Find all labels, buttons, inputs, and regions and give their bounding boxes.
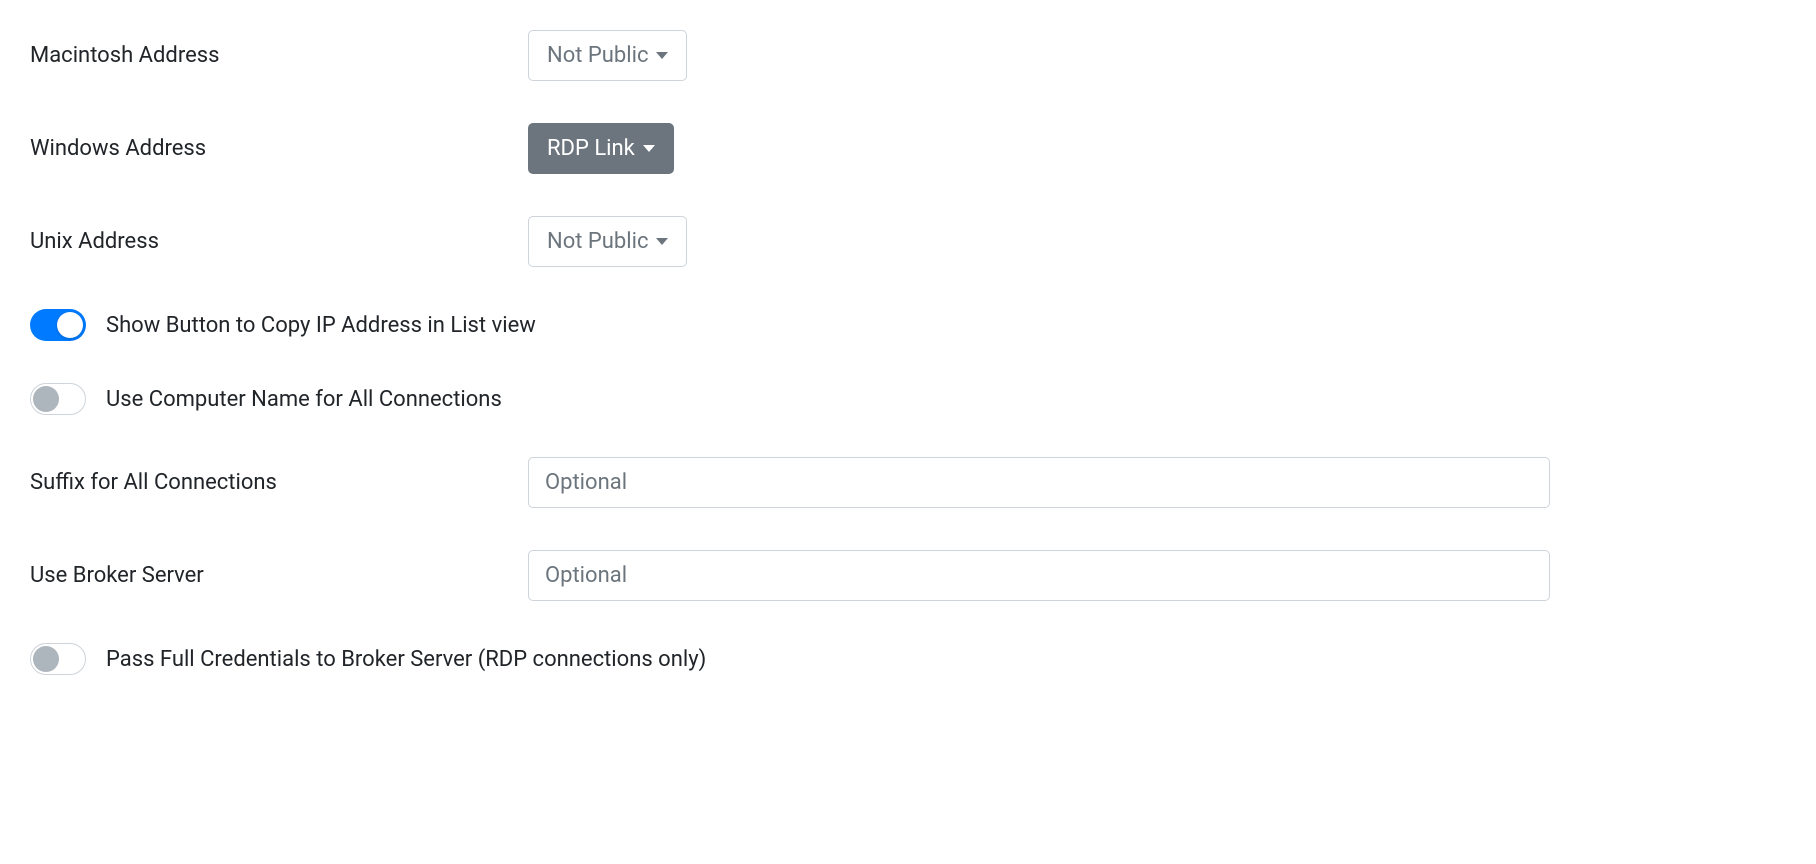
use-computer-name-label: Use Computer Name for All Connections — [106, 387, 502, 412]
show-copy-ip-label: Show Button to Copy IP Address in List v… — [106, 313, 536, 338]
caret-down-icon — [656, 238, 668, 245]
use-computer-name-toggle[interactable] — [30, 383, 86, 415]
pass-full-credentials-toggle[interactable] — [30, 643, 86, 675]
broker-label: Use Broker Server — [30, 563, 528, 588]
unix-address-label: Unix Address — [30, 229, 528, 254]
suffix-row: Suffix for All Connections — [30, 457, 1550, 508]
macintosh-address-dropdown[interactable]: Not Public — [528, 30, 687, 81]
toggle-knob — [33, 386, 59, 412]
settings-form: Macintosh Address Not Public Windows Add… — [30, 30, 1550, 675]
caret-down-icon — [643, 145, 655, 152]
unix-address-dropdown[interactable]: Not Public — [528, 216, 687, 267]
broker-row: Use Broker Server — [30, 550, 1550, 601]
windows-address-label: Windows Address — [30, 136, 528, 161]
caret-down-icon — [656, 52, 668, 59]
toggle-knob — [57, 312, 83, 338]
windows-address-value: RDP Link — [547, 136, 635, 161]
use-computer-name-row: Use Computer Name for All Connections — [30, 383, 1550, 415]
suffix-label: Suffix for All Connections — [30, 470, 528, 495]
toggle-knob — [33, 646, 59, 672]
show-copy-ip-row: Show Button to Copy IP Address in List v… — [30, 309, 1550, 341]
macintosh-address-label: Macintosh Address — [30, 43, 528, 68]
macintosh-address-row: Macintosh Address Not Public — [30, 30, 1550, 81]
windows-address-row: Windows Address RDP Link — [30, 123, 1550, 174]
windows-address-dropdown[interactable]: RDP Link — [528, 123, 674, 174]
show-copy-ip-toggle[interactable] — [30, 309, 86, 341]
unix-address-value: Not Public — [547, 229, 648, 254]
suffix-input[interactable] — [528, 457, 1550, 508]
pass-full-credentials-label: Pass Full Credentials to Broker Server (… — [106, 647, 706, 672]
macintosh-address-value: Not Public — [547, 43, 648, 68]
pass-full-credentials-row: Pass Full Credentials to Broker Server (… — [30, 643, 1550, 675]
broker-input[interactable] — [528, 550, 1550, 601]
unix-address-row: Unix Address Not Public — [30, 216, 1550, 267]
